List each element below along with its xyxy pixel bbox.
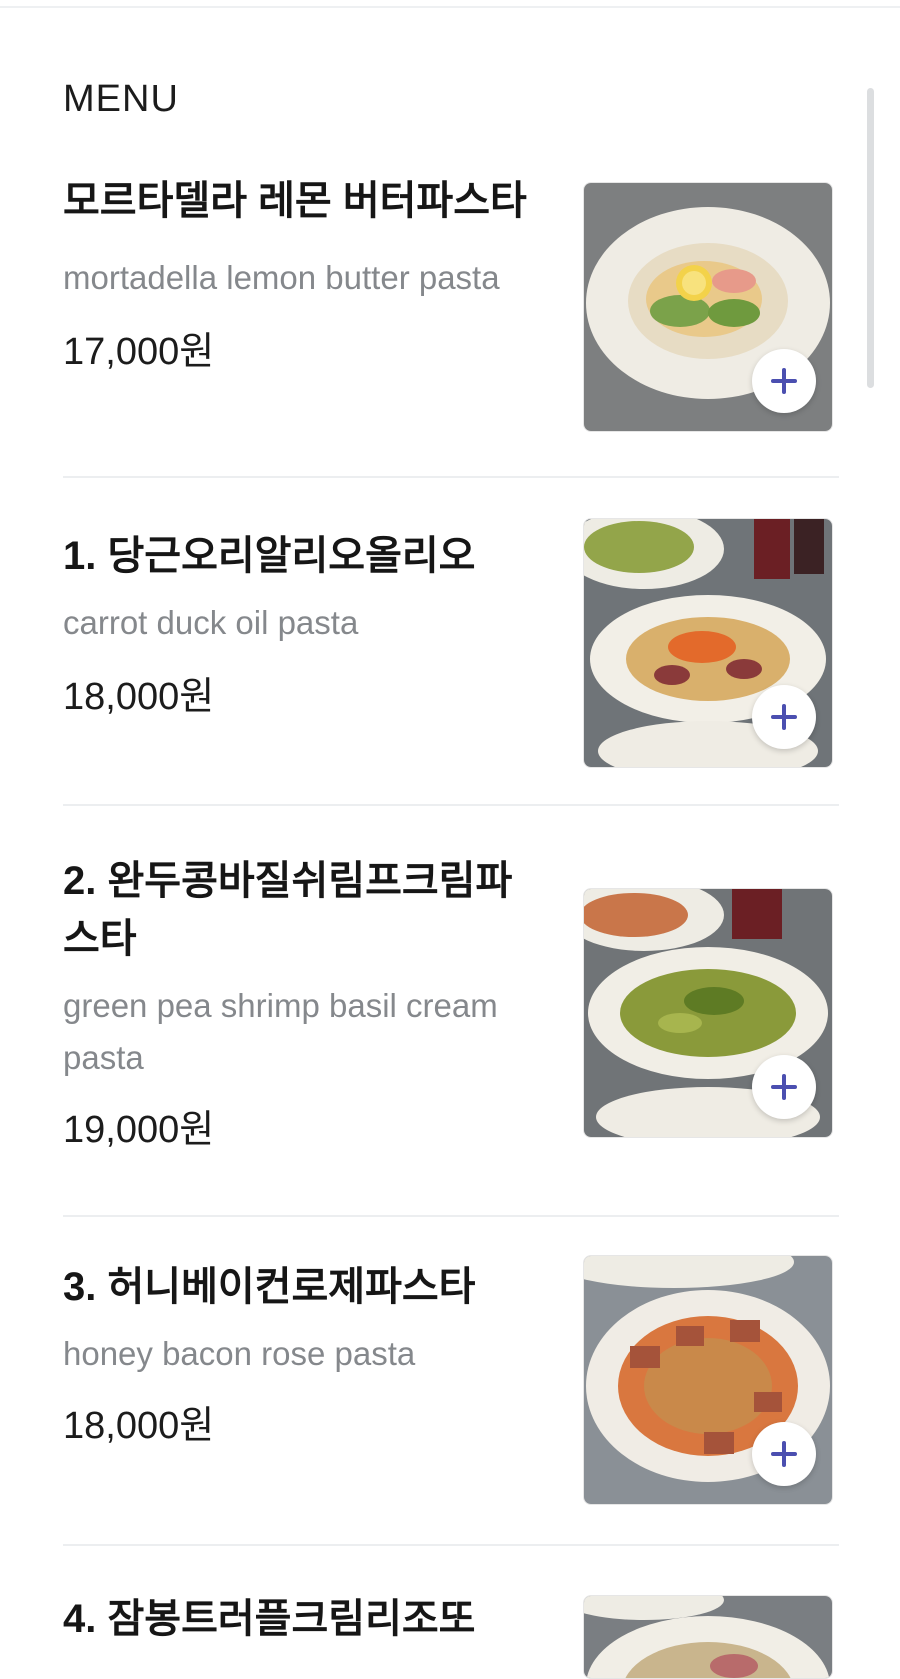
menu-item-text: 3. 허니베이컨로제파스타 honey bacon rose pasta 18,… (63, 1258, 543, 1452)
menu-item-description: mortadella lemon butter pasta (63, 259, 500, 296)
menu-item-description: honey bacon rose pasta (63, 1335, 416, 1372)
add-to-cart-button[interactable] (752, 349, 816, 413)
menu-item-name: 1. 당근오리알리오올리오 (63, 534, 476, 578)
menu-item-name: 4. 잠봉트러플크림리조또 (63, 1597, 476, 1641)
menu-item-text: 4. 잠봉트러플크림리조또 (63, 1590, 543, 1648)
menu-item-name: 3. 허니베이컨로제파스타 (63, 1265, 476, 1309)
menu-item-price: 18,000원 (63, 1405, 215, 1447)
menu-item-price: 19,000원 (63, 1109, 215, 1151)
plus-icon (771, 1441, 797, 1467)
menu-item-photo[interactable] (583, 1255, 833, 1505)
menu-item-photo[interactable] (583, 888, 833, 1138)
add-to-cart-button[interactable] (752, 1055, 816, 1119)
add-to-cart-button[interactable] (752, 1422, 816, 1486)
menu-item-photo[interactable] (583, 182, 833, 432)
item-divider (63, 1544, 839, 1546)
menu-item-name: 2. 완두콩바질쉬림프크림파스타 (63, 859, 513, 961)
menu-item-price: 18,000원 (63, 676, 215, 718)
pasta-plate-image (584, 1596, 832, 1678)
add-to-cart-button[interactable] (752, 685, 816, 749)
plus-icon (771, 368, 797, 394)
menu-item-text: 모르타델라 레몬 버터파스타 mortadella lemon butter p… (63, 170, 543, 378)
item-divider (63, 804, 839, 806)
menu-item-description: green pea shrimp basil cream pasta (63, 987, 498, 1076)
top-divider (0, 6, 900, 8)
section-title: MENU (63, 78, 179, 120)
plus-icon (771, 704, 797, 730)
item-divider (63, 1215, 839, 1217)
menu-item-description: carrot duck oil pasta (63, 604, 359, 641)
plus-icon (771, 1074, 797, 1100)
menu-item-name: 모르타델라 레몬 버터파스타 (63, 179, 527, 223)
menu-item-text: 1. 당근오리알리오올리오 carrot duck oil pasta 18,0… (63, 515, 543, 723)
menu-item-photo[interactable] (583, 1595, 833, 1679)
item-divider (63, 476, 839, 478)
menu-item-price: 17,000원 (63, 331, 215, 373)
menu-item-photo[interactable] (583, 518, 833, 768)
scrollbar-thumb[interactable] (867, 88, 874, 388)
menu-item-text: 2. 완두콩바질쉬림프크림파스타 green pea shrimp basil … (63, 850, 543, 1156)
